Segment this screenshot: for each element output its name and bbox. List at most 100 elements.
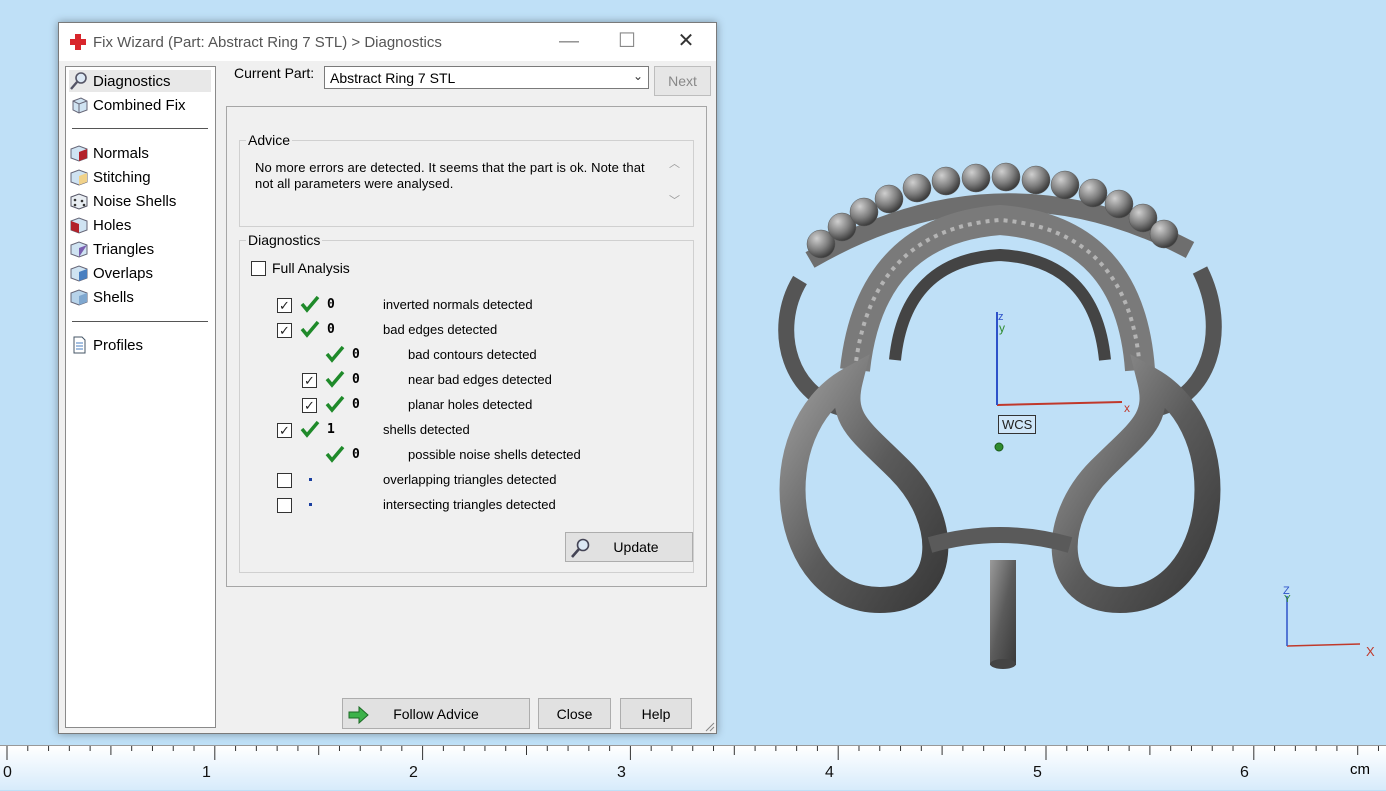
sidebar-item-label: Triangles [93,240,155,258]
current-part-value: Abstract Ring 7 STL [330,70,456,86]
advice-textbox[interactable]: No more errors are detected. It seems th… [248,153,683,210]
triad-z-label: Z [1283,585,1290,597]
sidebar-item-profiles[interactable]: Profiles [69,334,211,356]
ruler-label-5: 5 [1033,764,1042,781]
current-part-select[interactable]: Abstract Ring 7 STL ⌄ [324,66,649,89]
full-analysis-label: Full Analysis [272,260,350,276]
red-cross-icon [70,34,86,50]
help-button[interactable]: Help [620,698,692,729]
sidebar-nav: Diagnostics Combined Fix Normals Stitchi… [65,66,216,728]
sidebar-item-stitching[interactable]: Stitching [69,166,211,188]
intersecting-triangles-label: intersecting triangles detected [383,497,556,512]
maximize-button[interactable]: ☐ [604,23,650,61]
sidebar-item-overlaps[interactable]: Overlaps [69,262,211,284]
sidebar-item-label: Stitching [93,168,151,186]
update-label: Update [613,539,659,555]
intersecting-triangles-checkbox[interactable] [277,498,292,513]
cube-red-face-icon [70,145,88,162]
sidebar-item-label: Noise Shells [93,192,177,210]
full-analysis-checkbox[interactable] [251,261,266,276]
sidebar-divider [72,128,208,129]
triangle-icon [70,241,88,258]
sidebar-item-combined-fix[interactable]: Combined Fix [69,94,211,116]
magnifier-icon [70,72,87,90]
sidebar-item-shells[interactable]: Shells [69,286,211,308]
sidebar-item-label: Normals [93,144,149,162]
document-icon [73,336,86,354]
near-bad-edges-checkbox[interactable]: ✓ [302,373,317,388]
wcs-axis-x-label: x [1124,401,1130,415]
sidebar-item-normals[interactable]: Normals [69,142,211,164]
not-analysed-dot-icon [309,478,312,481]
chevron-down-icon: ⌄ [632,69,643,83]
sidebar-item-diagnostics[interactable]: Diagnostics [69,70,211,92]
follow-advice-button[interactable]: Follow Advice [342,698,530,729]
close-window-button[interactable]: ✕ [663,23,709,61]
advice-group: Advice No more errors are detected. It s… [239,132,694,227]
ruler-label-6: 6 [1240,764,1249,781]
noise-shells-label: possible noise shells detected [408,447,581,462]
ruler-label-2: 2 [409,764,418,781]
scroll-up-icon[interactable]: ︿ [669,155,680,171]
diagnostics-panel: Advice No more errors are detected. It s… [226,106,707,587]
sidebar-divider [72,321,208,322]
minimize-button[interactable]: — [546,23,592,61]
close-button[interactable]: Close [538,698,611,729]
title-bar[interactable]: Fix Wizard (Part: Abstract Ring 7 STL) >… [59,23,716,61]
wcs-axis-y-label: y [999,321,1005,335]
cube-shell-icon [70,289,88,306]
bad-edges-count: 0 [327,322,335,337]
near-bad-edges-label: near bad edges detected [408,372,552,387]
update-button[interactable]: Update [565,532,693,562]
resize-grip-icon[interactable] [703,720,715,732]
check-icon [300,420,320,438]
inverted-normals-count: 0 [327,297,335,312]
shells-label: shells detected [383,422,470,437]
dice-icon [70,193,88,210]
diagnostics-title: Diagnostics [246,232,323,248]
window-title: Fix Wizard (Part: Abstract Ring 7 STL) >… [93,34,442,51]
sidebar-item-label: Diagnostics [93,72,171,90]
overlapping-triangles-label: overlapping triangles detected [383,472,557,487]
inverted-normals-checkbox[interactable]: ✓ [277,298,292,313]
ruler-label-1: 1 [202,764,211,781]
sidebar-item-label: Overlaps [93,264,154,282]
bad-edges-label: bad edges detected [383,322,498,337]
advice-scrollbar[interactable]: ︿ ﹀ [665,153,683,210]
cube-stitch-icon [70,169,88,186]
planar-holes-checkbox[interactable]: ✓ [302,398,317,413]
inverted-normals-label: inverted normals detected [383,297,533,312]
magnifier-icon [571,538,590,558]
green-arrow-icon [348,705,369,725]
current-part-label: Current Part: [234,65,315,81]
bad-contours-count: 0 [352,347,360,362]
check-icon [325,395,345,413]
check-icon [300,320,320,338]
overlapping-triangles-checkbox[interactable] [277,473,292,488]
horizontal-ruler: 0 1 2 3 4 5 6 cm [0,745,1386,790]
ruler-label-3: 3 [617,764,626,781]
scroll-down-icon[interactable]: ﹀ [669,192,680,208]
sidebar-item-triangles[interactable]: Triangles [69,238,211,260]
next-button[interactable]: Next [654,66,711,96]
shells-checkbox[interactable]: ✓ [277,423,292,438]
wcs-axis-z-label: z [998,311,1004,323]
ruler-unit: cm [1350,761,1370,778]
noise-shells-count: 0 [352,447,360,462]
advice-text: No more errors are detected. It seems th… [255,160,645,191]
check-icon [325,445,345,463]
advice-title: Advice [246,132,293,148]
shells-count: 1 [327,422,335,437]
sidebar-item-label: Holes [93,216,132,234]
sidebar-item-holes[interactable]: Holes [69,214,211,236]
cube-icon [72,97,88,114]
sidebar-item-label: Shells [93,288,134,306]
check-icon [325,370,345,388]
cube-overlap-icon [70,265,88,282]
fix-wizard-dialog: Fix Wizard (Part: Abstract Ring 7 STL) >… [58,22,717,734]
sidebar-item-label: Profiles [93,336,144,354]
sidebar-item-noise-shells[interactable]: Noise Shells [69,190,211,212]
follow-advice-label: Follow Advice [393,705,479,722]
bad-edges-checkbox[interactable]: ✓ [277,323,292,338]
triad-x-label: X [1366,644,1375,659]
